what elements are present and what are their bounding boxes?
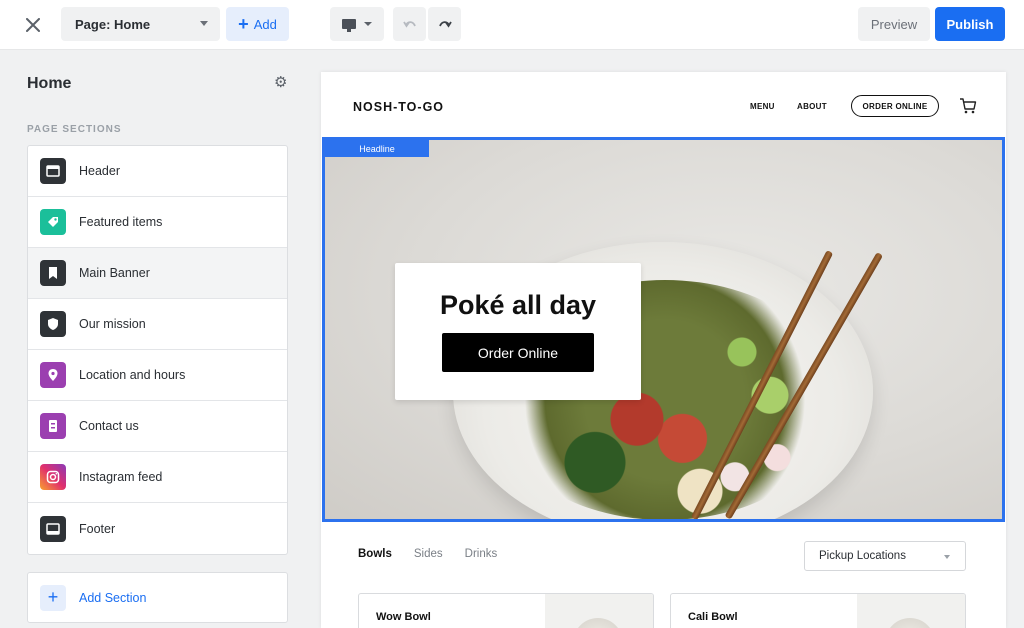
hero-promo-card: Poké all day Order Online [395, 263, 641, 400]
nav-order-online-button[interactable]: ORDER ONLINE [851, 95, 939, 117]
pickup-locations-value: Pickup Locations [819, 550, 906, 562]
close-icon[interactable] [18, 10, 48, 40]
section-item-label: Instagram feed [79, 470, 163, 484]
section-item-label: Featured items [79, 215, 163, 229]
section-item-label: Main Banner [79, 266, 150, 280]
section-item-label: Header [79, 164, 120, 178]
section-item-instagram-feed[interactable]: Instagram feed [28, 452, 287, 503]
menu-category-tabs: Bowls Sides Drinks [358, 548, 519, 560]
chevron-down-icon [364, 22, 372, 26]
plus-icon: + [40, 584, 66, 611]
main-banner-section[interactable]: Headline Poké all day Order Online [322, 137, 1005, 522]
menu-item-name: Cali Bowl [688, 611, 738, 623]
publish-button[interactable]: Publish [935, 7, 1005, 41]
instagram-icon [40, 464, 66, 490]
close-x-glyph [26, 18, 40, 32]
section-item-label: Contact us [79, 419, 139, 433]
section-item-footer[interactable]: Footer [28, 503, 287, 554]
section-item-main-banner[interactable]: Main Banner [28, 248, 287, 299]
page-selector-value: Page: Home [75, 16, 151, 32]
page-title: Home [27, 75, 72, 92]
site-brand-logo[interactable]: NOSH-TO-GO [353, 100, 444, 114]
section-item-label: Location and hours [79, 368, 186, 382]
tag-icon [40, 209, 66, 235]
desktop-icon [342, 19, 356, 32]
undo-icon [402, 21, 416, 28]
add-button-label: Add [253, 16, 277, 32]
section-item-header[interactable]: Header [28, 146, 287, 197]
editor-toolbar: Page: Home + Add Preview Publish [0, 0, 1024, 50]
cart-icon[interactable] [959, 97, 977, 115]
section-item-our-mission[interactable]: Our mission [28, 299, 287, 350]
redo-icon [438, 21, 452, 28]
header-icon [40, 158, 66, 184]
hero-order-online-button[interactable]: Order Online [442, 333, 594, 372]
page-sections-list: Header Featured items Main Banner Our mi… [27, 145, 288, 555]
bookmark-icon [40, 260, 66, 286]
section-item-featured-items[interactable]: Featured items [28, 197, 287, 248]
section-item-contact-us[interactable]: Contact us [28, 401, 287, 452]
nav-link-menu[interactable]: MENU [750, 102, 775, 111]
pickup-locations-select[interactable]: Pickup Locations [804, 541, 966, 571]
add-button[interactable]: + Add [226, 7, 289, 41]
menu-item-thumbnail [545, 594, 653, 628]
chevron-down-icon [200, 21, 208, 26]
site-preview-canvas: NOSH-TO-GO MENU ABOUT ORDER ONLINE Headl… [321, 72, 1006, 628]
tab-drinks[interactable]: Drinks [465, 548, 498, 560]
location-pin-icon [40, 362, 66, 388]
menu-item-thumbnail [857, 594, 965, 628]
undo-button[interactable] [393, 7, 426, 41]
nav-link-about[interactable]: ABOUT [797, 102, 827, 111]
menu-item-name: Wow Bowl [376, 611, 431, 623]
section-item-label: Footer [79, 521, 116, 536]
headline-selection-tag: Headline [325, 140, 429, 157]
preview-button[interactable]: Preview [858, 7, 930, 41]
page-selector[interactable]: Page: Home [61, 7, 220, 41]
section-item-location-and-hours[interactable]: Location and hours [28, 350, 287, 401]
page-sections-heading: PAGE SECTIONS [27, 124, 122, 135]
shield-icon [40, 311, 66, 337]
plus-icon: + [238, 14, 249, 34]
menu-item-card[interactable]: Cali Bowl [670, 593, 966, 628]
gear-icon[interactable]: ⚙ [274, 73, 287, 91]
tab-bowls[interactable]: Bowls [358, 548, 392, 560]
footer-icon [40, 515, 66, 542]
sections-sidebar: Home ⚙ PAGE SECTIONS Header Featured ite… [0, 51, 305, 628]
device-preview-toggle[interactable] [330, 7, 384, 41]
contact-card-icon [40, 413, 66, 439]
menu-item-card[interactable]: Wow Bowl [358, 593, 654, 628]
redo-button[interactable] [428, 7, 461, 41]
tab-sides[interactable]: Sides [414, 548, 443, 560]
chevron-down-icon [944, 555, 950, 559]
add-section-label: Add Section [79, 590, 147, 605]
section-item-label: Our mission [79, 317, 146, 331]
hero-headline[interactable]: Poké all day [395, 290, 641, 321]
add-section-button[interactable]: + Add Section [27, 572, 288, 623]
